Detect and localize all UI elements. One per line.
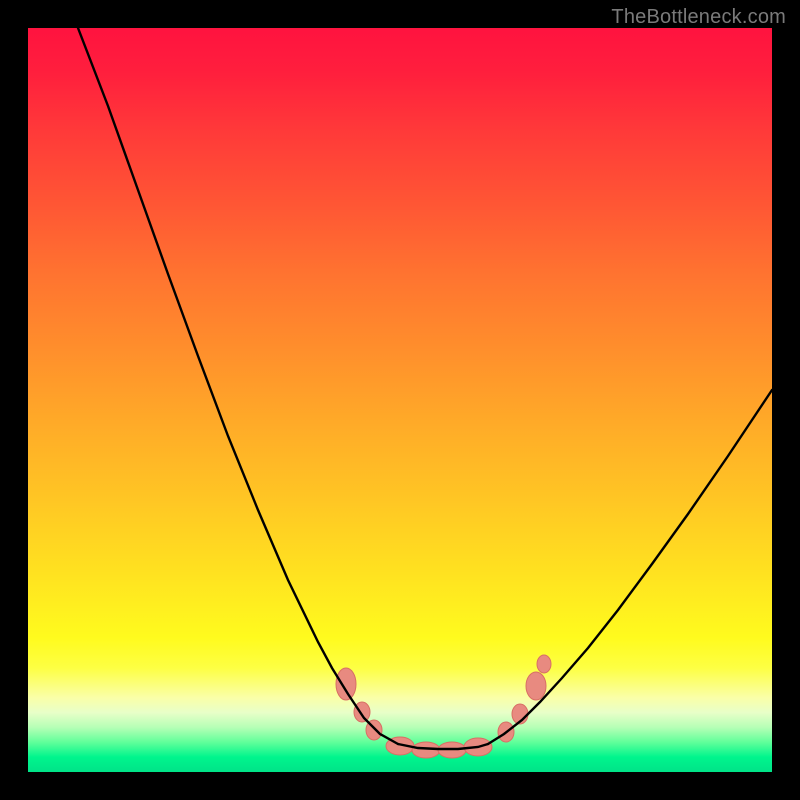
chart-frame: TheBottleneck.com	[0, 0, 800, 800]
plot-area	[28, 28, 772, 772]
marker-group	[336, 655, 551, 758]
trough-marker	[537, 655, 551, 673]
curve-left-path	[78, 28, 398, 744]
trough-marker	[526, 672, 546, 700]
watermark-text: TheBottleneck.com	[611, 6, 786, 29]
trough-marker	[336, 668, 356, 700]
bottleneck-curve	[28, 28, 772, 772]
